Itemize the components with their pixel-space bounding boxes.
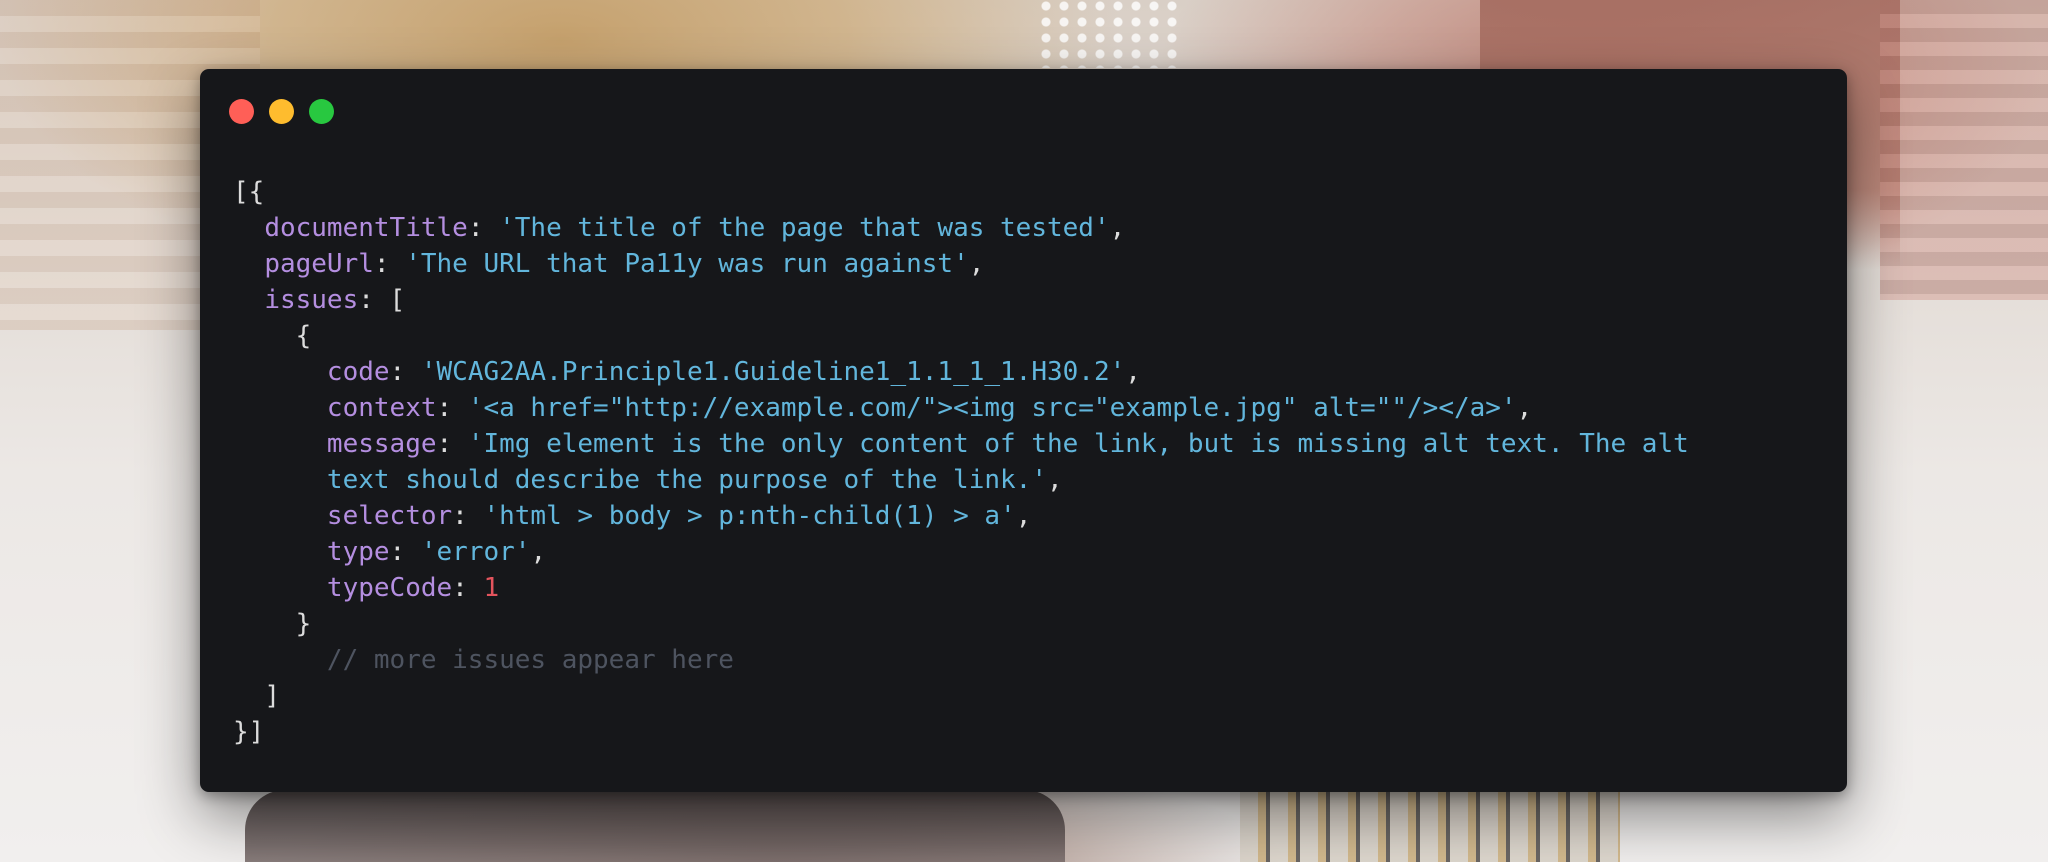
code-key-document-title: documentTitle <box>264 213 468 243</box>
close-window-button[interactable] <box>229 99 254 124</box>
code-issue-close-brace: } <box>295 609 312 639</box>
code-value-code: 'WCAG2AA.Principle1.Guideline1_1.1_1_1.H… <box>420 357 1126 387</box>
minimize-window-button[interactable] <box>269 99 294 124</box>
code-line-16: }] <box>233 714 1689 750</box>
window-controls <box>229 99 334 124</box>
code-window: [{ documentTitle: 'The title of the page… <box>200 69 1847 792</box>
code-issues-open-bracket: [ <box>389 285 406 315</box>
code-line-15: ] <box>233 678 1689 714</box>
code-key-code: code <box>326 357 390 387</box>
code-line-14: // more issues appear here <box>233 642 1689 678</box>
zoom-window-button[interactable] <box>309 99 334 124</box>
code-key-context: context <box>326 393 437 423</box>
code-line-1: [{ <box>233 174 1689 210</box>
code-value-type-code: 1 <box>483 573 500 603</box>
code-line-4: issues: [ <box>264 285 406 315</box>
code-punctuation: [{ <box>233 177 265 207</box>
background-brick <box>1880 0 2048 300</box>
code-value-page-url: 'The URL that Pa11y was run against' <box>405 249 969 279</box>
code-close: }] <box>233 717 265 747</box>
code-key-page-url: pageUrl <box>264 249 374 279</box>
code-value-document-title: 'The title of the page that was tested' <box>499 213 1110 243</box>
code-line-8: message: 'Img element is the only conten… <box>326 429 1689 459</box>
code-line-5: { <box>233 318 1689 354</box>
code-line-2: documentTitle: 'The title of the page th… <box>264 213 1126 243</box>
code-value-message-line2: text should describe the purpose of the … <box>326 465 1047 495</box>
code-issue-open-brace: { <box>295 321 312 351</box>
background-tray <box>1240 790 1620 862</box>
code-line-3: pageUrl: 'The URL that Pa11y was run aga… <box>264 249 985 279</box>
code-key-type-code: typeCode <box>326 573 453 603</box>
code-line-7: context: '<a href="http://example.com/">… <box>326 393 1533 423</box>
code-value-type: 'error' <box>420 537 531 567</box>
code-key-issues: issues <box>264 285 359 315</box>
code-value-context: '<a href="http://example.com/"><img src=… <box>467 393 1517 423</box>
code-key-type: type <box>326 537 390 567</box>
code-key-message: message <box>326 429 437 459</box>
code-line-9: text should describe the purpose of the … <box>326 465 1063 495</box>
code-line-12: typeCode: 1 <box>326 573 500 603</box>
code-line-13: } <box>233 606 1689 642</box>
code-comment: // more issues appear here <box>326 645 734 675</box>
code-issues-close-bracket: ] <box>264 681 280 711</box>
background-bag <box>245 790 1065 862</box>
code-value-selector: 'html > body > p:nth-child(1) > a' <box>483 501 1016 531</box>
code-key-selector: selector <box>326 501 453 531</box>
code-line-10: selector: 'html > body > p:nth-child(1) … <box>326 501 1032 531</box>
code-block: [{ documentTitle: 'The title of the page… <box>233 174 1689 750</box>
code-value-message-line1: 'Img element is the only content of the … <box>467 429 1689 459</box>
code-line-11: type: 'error', <box>326 537 547 567</box>
background-headband <box>1040 0 1180 68</box>
code-line-6: code: 'WCAG2AA.Principle1.Guideline1_1.1… <box>326 357 1141 387</box>
